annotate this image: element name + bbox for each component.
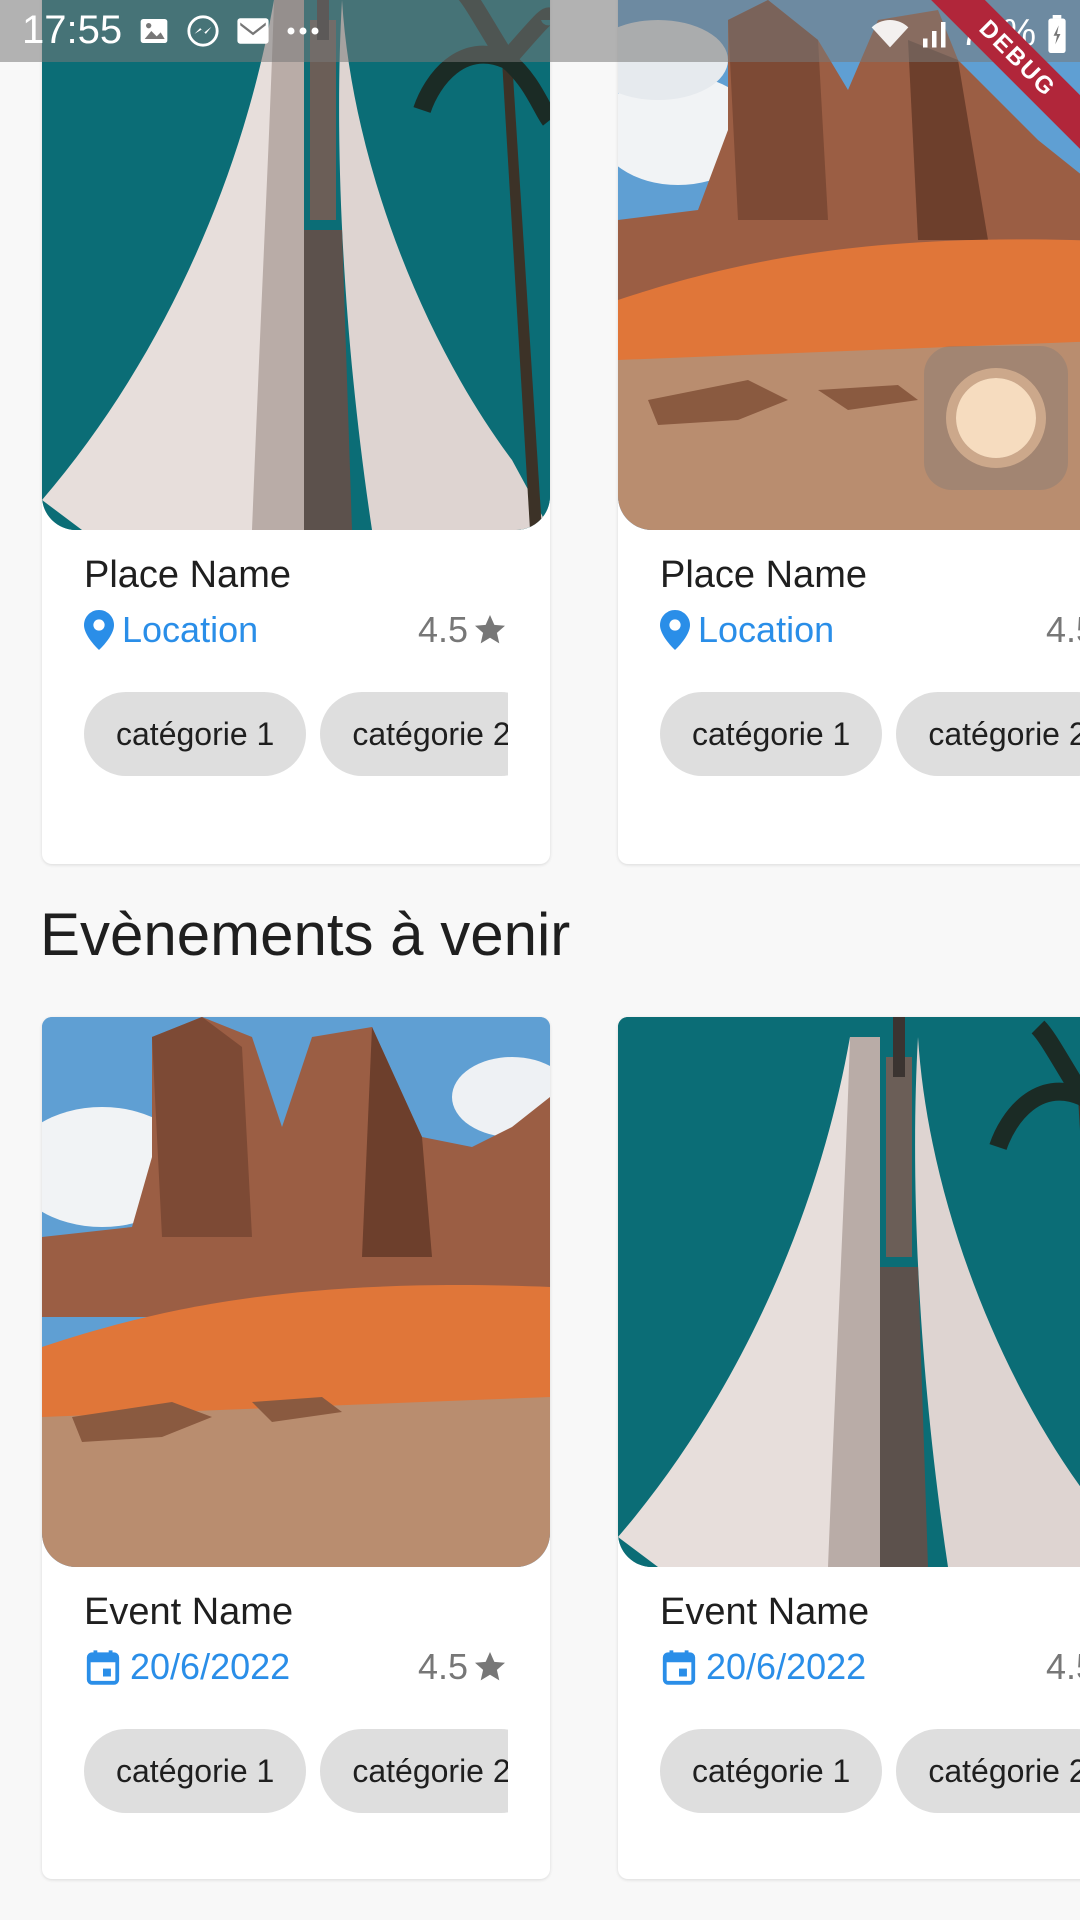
place-name: Place Name (660, 554, 867, 596)
image-icon (140, 19, 168, 43)
category-chips[interactable]: catégorie 1 catégorie 2 (84, 1729, 508, 1813)
rating-value: 4.5 (1045, 1646, 1080, 1687)
event-date-text: 20/6/2022 (706, 1646, 867, 1687)
rating: 4.5 (418, 1646, 508, 1688)
messenger-icon (187, 15, 219, 47)
event-date-text: 20/6/2022 (130, 1646, 291, 1687)
rating: 4.5 (418, 609, 508, 651)
event-card[interactable]: Event Name 20/6/2022 4.5 catégorie 1caté… (618, 1017, 1080, 1879)
category-chip[interactable]: catégorie 2 (896, 1729, 1080, 1813)
event-date: 20/6/2022 (660, 1646, 866, 1688)
notification-icons (138, 14, 320, 48)
calendar-icon (86, 1650, 120, 1685)
more-dots-icon (287, 27, 319, 35)
star-icon (475, 1652, 505, 1681)
location-link[interactable]: Location (660, 609, 834, 651)
debug-banner: DEBUG (920, 0, 1080, 160)
events-section-title: Evènements à venir (40, 901, 571, 968)
category-chip[interactable]: catégorie 1 (84, 1729, 307, 1813)
place-location: Location (122, 609, 259, 650)
event-name: Event Name (84, 1591, 294, 1633)
floating-touch-button[interactable] (924, 346, 1068, 490)
event-name: Event Name (660, 1591, 870, 1633)
category-chip[interactable]: catégorie 2 (320, 692, 508, 776)
location-pin-icon (84, 610, 114, 650)
location-pin-icon (660, 610, 690, 650)
category-chips[interactable]: catégorie 1 catégorie 2 (84, 692, 508, 776)
category-chips[interactable]: catégorie 1 catégorie 2 (660, 692, 1080, 776)
rating: 4.5 (1046, 609, 1080, 651)
event-date: 20/6/2022 (84, 1646, 290, 1688)
status-time: 17:55 (22, 8, 123, 52)
place-name: Place Name (84, 554, 291, 596)
place-card[interactable]: Place Name Location 4.5 catégorie 1catég… (42, 0, 550, 864)
rating: 4.5 (1046, 1646, 1080, 1688)
category-chip[interactable]: catégorie 1 (660, 1729, 883, 1813)
event-image (42, 1017, 550, 1567)
event-meta: 20/6/2022 4.5 (84, 1643, 508, 1691)
category-chips[interactable]: catégorie 1 catégorie 2 (660, 1729, 1080, 1813)
place-meta: Location 4.5 (84, 606, 508, 654)
place-meta: Location 4.5 (660, 606, 1080, 654)
rating-value: 4.5 (417, 609, 468, 650)
rating-value: 4.5 (1045, 609, 1080, 650)
event-image (618, 1017, 1080, 1567)
rating-value: 4.5 (417, 1646, 468, 1687)
category-chip[interactable]: catégorie 1 (84, 692, 307, 776)
gmail-icon (237, 18, 269, 44)
event-meta: 20/6/2022 4.5 (660, 1643, 1080, 1691)
star-icon (475, 615, 505, 644)
location-link[interactable]: Location (84, 609, 258, 651)
status-bar: 17:55 77% (0, 0, 1080, 62)
category-chip[interactable]: catégorie 2 (320, 1729, 508, 1813)
event-card[interactable]: Event Name 20/6/2022 4.5 catégorie 1caté… (42, 1017, 550, 1879)
wifi-icon (871, 19, 909, 47)
calendar-icon (662, 1650, 696, 1685)
place-image (42, 0, 550, 530)
touch-circle-icon (956, 378, 1036, 458)
category-chip[interactable]: catégorie 1 (660, 692, 883, 776)
place-location: Location (698, 609, 835, 650)
debug-label: DEBUG (922, 0, 1080, 154)
category-chip[interactable]: catégorie 2 (896, 692, 1080, 776)
